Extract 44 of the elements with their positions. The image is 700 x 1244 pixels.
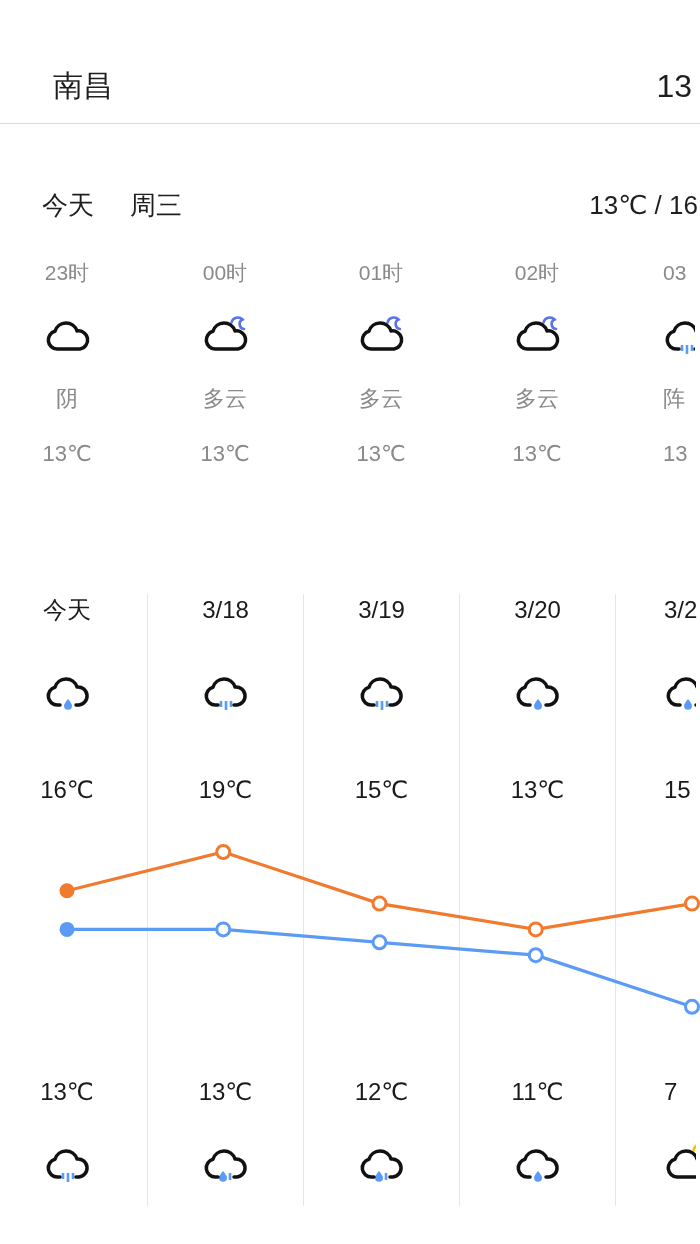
low-temperature: 7: [664, 1077, 678, 1107]
weather-condition: 多云: [203, 385, 247, 413]
cloud-drop-rain-icon: [202, 1148, 249, 1183]
weather-condition: 阵: [663, 385, 685, 413]
day-label: 今天: [42, 189, 94, 222]
hour-temperature: 13℃: [356, 440, 406, 468]
low-temperature: 13℃: [198, 1077, 253, 1107]
date-label: 3/20: [514, 595, 561, 625]
hour-label: 23时: [44, 260, 90, 286]
high-temperature: 13℃: [510, 775, 565, 805]
hour-temperature: 13℃: [200, 440, 250, 468]
current-temperature: 13: [656, 68, 692, 105]
hour-label: 02时: [514, 260, 560, 286]
hour-label: 00时: [202, 260, 248, 286]
low-temperature: 13℃: [40, 1077, 94, 1107]
cloud-rain-icon: [663, 320, 695, 355]
hour-temperature: 13℃: [42, 440, 92, 468]
date-label: 3/18: [202, 595, 249, 625]
cloud-drop-icon: [514, 1148, 561, 1183]
temperature-range: 13℃ / 16: [589, 189, 698, 222]
high-temperature: 15℃: [354, 775, 409, 805]
cloud-drop-icon: [514, 676, 561, 711]
hour-temperature: 13℃: [512, 440, 562, 468]
cloud-rain-icon: [358, 676, 405, 711]
hour-temperature: 13: [663, 440, 688, 468]
date-label: 今天: [43, 595, 91, 625]
cloud-sun-icon: [664, 1143, 696, 1179]
high-temperature: 19℃: [198, 775, 253, 805]
hour-label: 03: [663, 260, 687, 286]
weekday-label: 周三: [130, 189, 182, 222]
weather-condition: 多云: [359, 385, 403, 413]
hour-label: 01时: [358, 260, 404, 286]
cloud-drop-rain-icon: [358, 1148, 405, 1183]
high-temperature: 16℃: [40, 775, 94, 805]
cloud-rain-icon: [202, 676, 249, 711]
low-temperature: 11℃: [511, 1077, 564, 1107]
weather-condition: 阴: [56, 385, 78, 413]
date-label: 3/2: [664, 595, 698, 625]
weather-condition: 多云: [515, 385, 559, 413]
cloud-drop-icon: [664, 676, 696, 711]
date-label: 3/19: [358, 595, 405, 625]
city-name: 南昌: [53, 68, 113, 104]
high-temperature: 15: [664, 775, 691, 805]
low-temperature: 12℃: [354, 1077, 409, 1107]
